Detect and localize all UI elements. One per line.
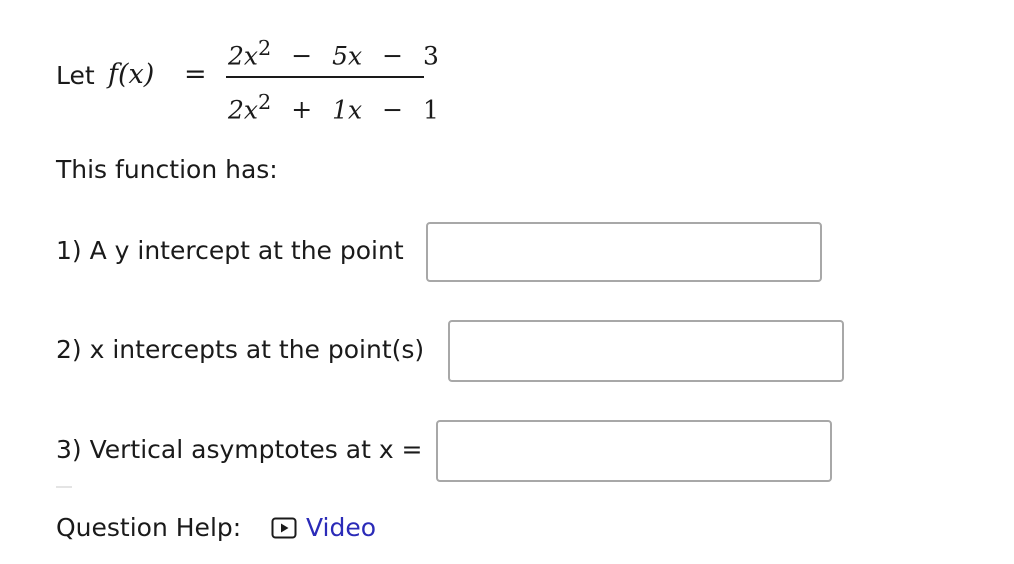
numerator-term-c: 3: [423, 41, 439, 71]
question-3-label: 3) Vertical asymptotes at x =: [56, 435, 423, 464]
play-icon: [270, 516, 298, 540]
denominator-term-c: 1: [423, 95, 439, 125]
function-name: f(x): [108, 59, 155, 90]
video-link-label: Video: [306, 513, 377, 542]
denominator-operator-2: −: [382, 95, 404, 125]
video-help-link[interactable]: Video: [270, 512, 376, 544]
y-intercept-input[interactable]: [426, 222, 822, 282]
numerator-operator-1: −: [291, 41, 313, 71]
fraction-numerator: 2x2 − 5x − 3: [228, 32, 439, 72]
equals-sign: =: [184, 59, 207, 90]
numerator-operator-2: −: [382, 41, 404, 71]
divider: [56, 486, 72, 488]
x-intercepts-input[interactable]: [448, 320, 844, 382]
denominator-term-a: 2x: [228, 95, 259, 125]
numerator-term-b: 5x: [332, 41, 363, 71]
numerator-term-a: 2x: [228, 41, 259, 71]
fraction-bar: [226, 76, 424, 78]
question-help-label: Question Help:: [56, 513, 242, 542]
question-2-label: 2) x intercepts at the point(s): [56, 335, 425, 364]
denominator-exponent: 2: [258, 90, 272, 114]
vertical-asymptotes-input[interactable]: [436, 420, 832, 482]
intro-text: This function has:: [56, 155, 278, 184]
let-text: Let: [56, 61, 95, 90]
fraction-denominator: 2x2 + 1x − 1: [228, 86, 439, 126]
denominator-operator-1: +: [291, 95, 313, 125]
numerator-exponent: 2: [258, 36, 272, 60]
question-1-label: 1) A y intercept at the point: [56, 236, 404, 265]
let-label: Let: [56, 60, 95, 92]
denominator-term-b: 1x: [332, 95, 363, 125]
